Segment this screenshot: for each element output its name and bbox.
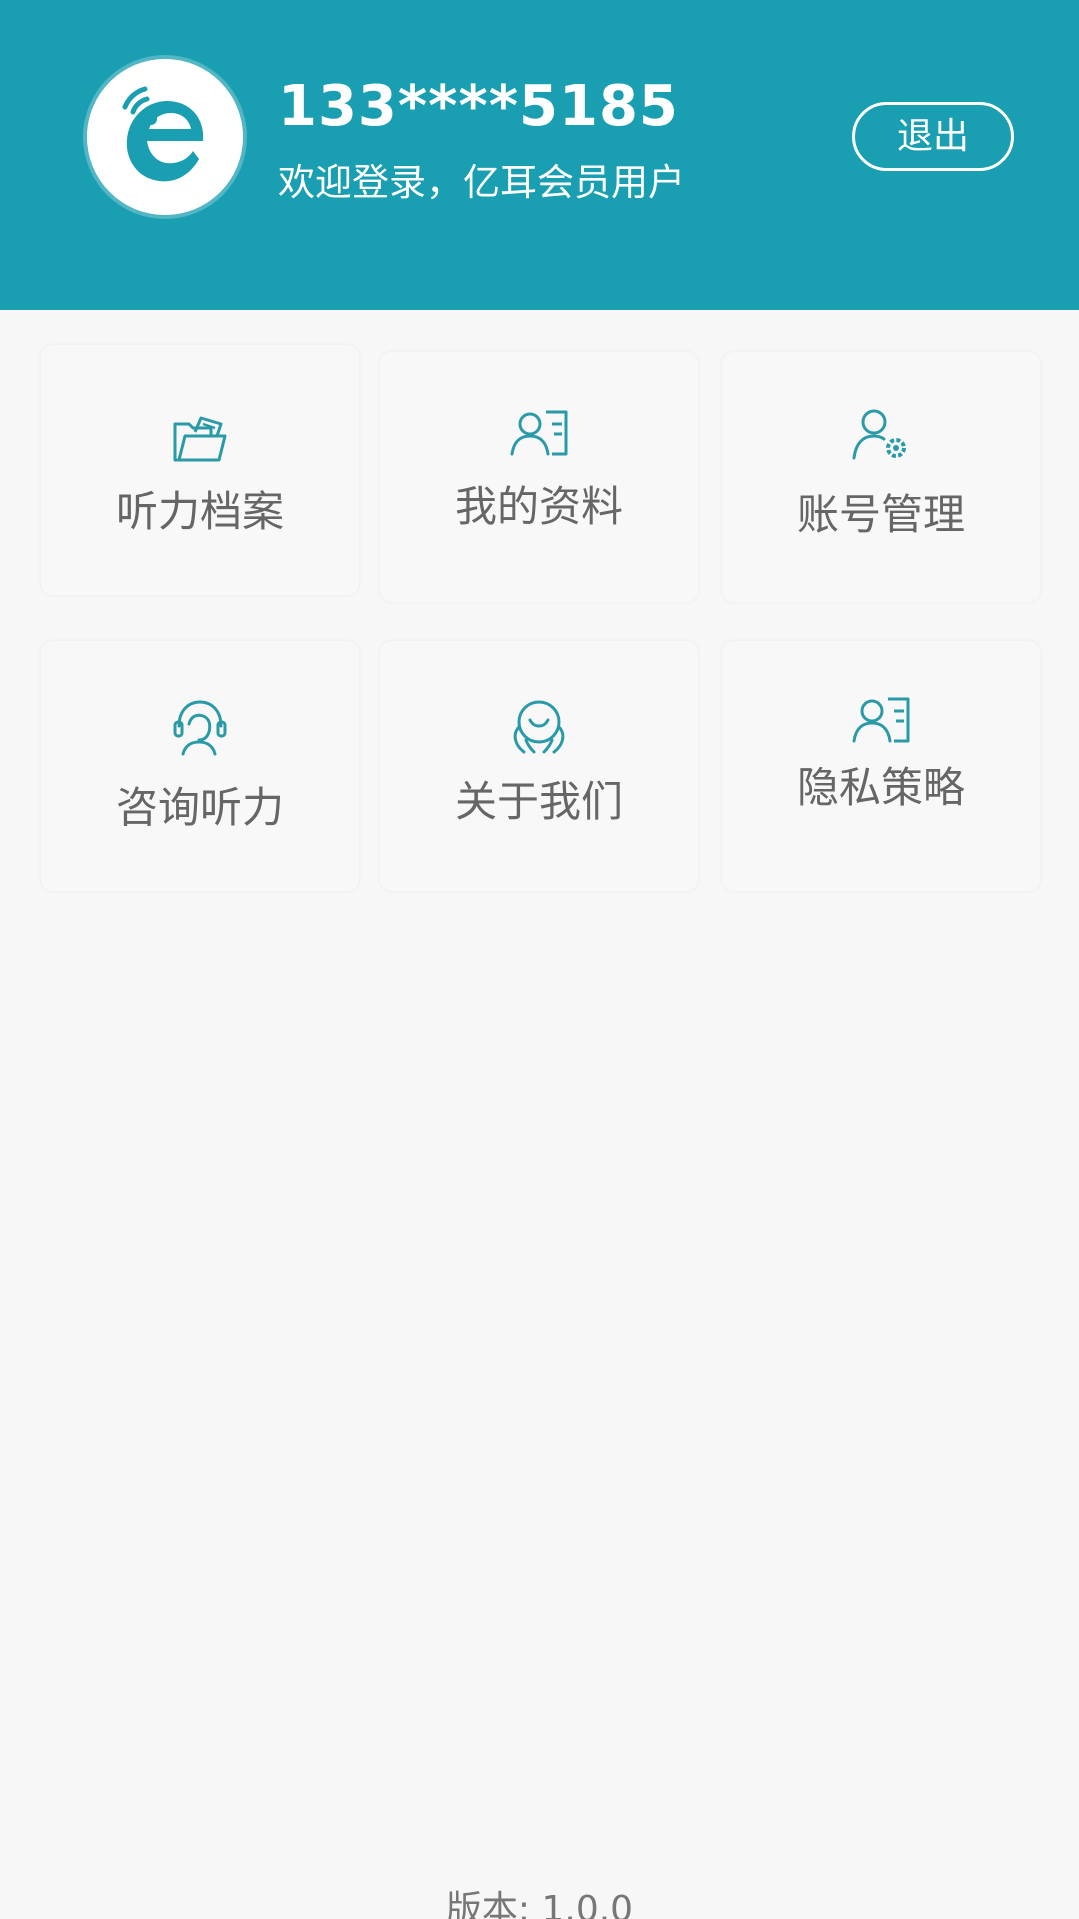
menu-label: 关于我们 <box>454 777 623 826</box>
smile-face-icon <box>513 700 565 754</box>
user-settings-icon <box>852 409 906 460</box>
menu-hearing-record[interactable]: 听力档案 <box>41 345 359 595</box>
profile-header: 133****5185 欢迎登录，亿耳会员用户 退出 <box>0 0 1079 310</box>
profile-card-icon <box>852 697 910 743</box>
welcome-text: 欢迎登录，亿耳会员用户 <box>278 161 685 204</box>
logout-button[interactable]: 退出 <box>852 102 1014 171</box>
user-phone: 133****5185 <box>278 74 679 139</box>
menu-hearing-consultation[interactable]: 咨询听力 <box>41 641 359 891</box>
account-screen: 133****5185 欢迎登录，亿耳会员用户 退出 听力档案 我的资料 账号管… <box>0 0 1079 1919</box>
headset-agent-icon <box>173 700 227 756</box>
menu-account-management[interactable]: 账号管理 <box>722 352 1040 602</box>
menu-label: 账号管理 <box>796 490 965 539</box>
app-version: 版本: 1.0.0 <box>445 1889 634 1919</box>
menu-label: 隐私策略 <box>796 763 965 812</box>
app-logo-icon <box>87 59 243 215</box>
menu-privacy-policy[interactable]: 隐私策略 <box>722 641 1040 891</box>
menu-my-profile[interactable]: 我的资料 <box>380 352 698 602</box>
avatar[interactable] <box>87 59 243 215</box>
menu-label: 我的资料 <box>454 482 623 531</box>
profile-card-icon <box>510 410 568 456</box>
menu-about-us[interactable]: 关于我们 <box>380 641 698 891</box>
menu-label: 咨询听力 <box>115 783 284 832</box>
folder-icon <box>173 416 227 462</box>
menu-label: 听力档案 <box>115 487 284 536</box>
